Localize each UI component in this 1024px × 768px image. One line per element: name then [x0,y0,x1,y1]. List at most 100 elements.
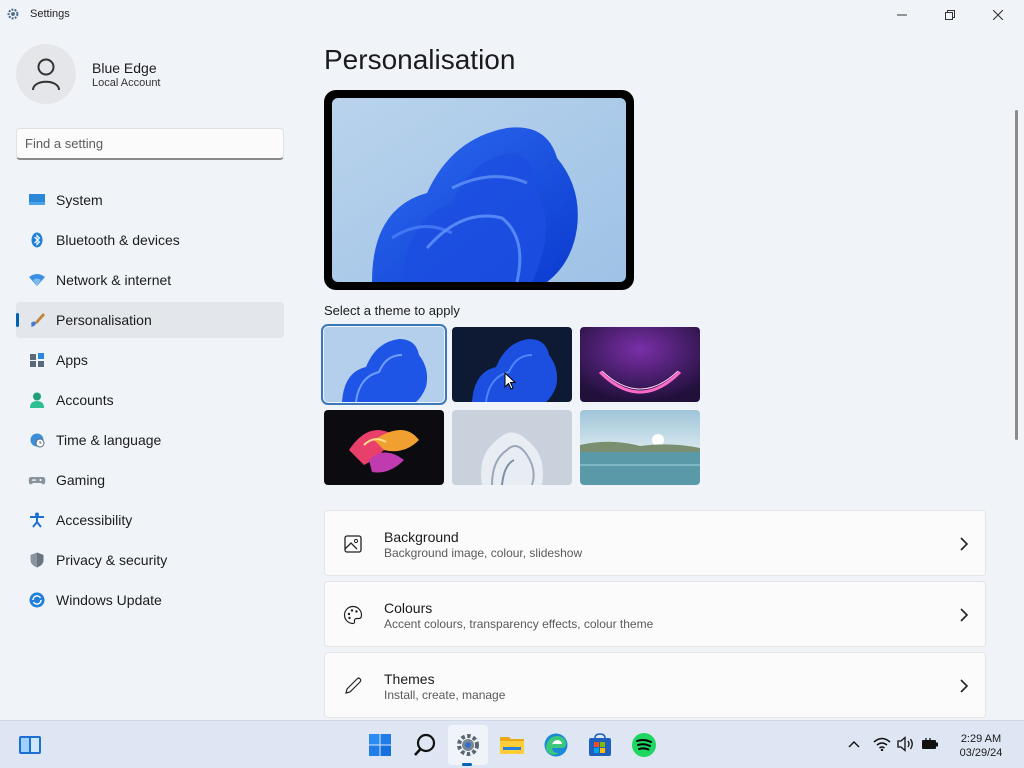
colours-card[interactable]: Colours Accent colours, transparency eff… [324,581,986,647]
sidebar-nav: System Bluetooth & devices Network & int… [16,182,284,622]
preview-wallpaper [332,98,626,282]
minimize-button[interactable] [879,0,925,30]
widgets-button[interactable] [10,725,50,765]
sidebar-item-time-language[interactable]: Time & language [16,422,284,458]
theme-windows-dark[interactable] [452,327,572,402]
show-hidden-icons-button[interactable] [845,735,863,753]
settings-taskbar-button[interactable] [448,725,488,765]
bluetooth-icon [31,232,43,248]
theme-prompt: Select a theme to apply [324,303,460,318]
wifi-icon [29,274,45,286]
theme-glow[interactable] [580,327,700,402]
sidebar-item-label: Time & language [56,432,162,448]
brush-icon [31,313,45,327]
volume-tray-button[interactable] [897,735,915,753]
accounts-icon [30,392,44,408]
restore-button[interactable] [927,0,973,30]
theme-flow[interactable] [580,410,700,485]
sidebar-item-windows-update[interactable]: Windows Update [16,582,284,618]
theme-windows-light[interactable] [321,324,447,405]
close-button[interactable] [975,0,1021,30]
person-icon [32,58,60,91]
sidebar-item-personalisation[interactable]: Personalisation [16,302,284,338]
background-card[interactable]: Background Background image, colour, sli… [324,510,986,576]
spotify-button[interactable] [624,725,664,765]
gamepad-icon [28,477,46,485]
battery-tray-button[interactable] [921,735,939,753]
sidebar-item-label: Network & internet [56,272,172,288]
settings-gear-icon [457,734,479,756]
sidebar-item-accounts[interactable]: Accounts [16,382,284,418]
folder-icon [500,737,524,754]
minimize-icon [897,14,907,16]
windows-logo-icon [369,734,391,756]
sidebar-item-label: Apps [56,352,88,368]
active-app-indicator [462,763,472,766]
settings-gear-icon [7,8,19,20]
close-icon [993,10,1003,20]
theme-gallery [321,324,704,487]
start-button[interactable] [360,725,400,765]
wifi-icon [873,737,891,751]
apps-icon [30,353,44,367]
sidebar-item-bluetooth[interactable]: Bluetooth & devices [16,222,284,258]
update-icon [29,592,45,608]
sidebar-item-gaming[interactable]: Gaming [16,462,284,498]
sidebar-item-label: System [56,192,103,208]
sidebar-item-apps[interactable]: Apps [16,342,284,378]
sidebar-item-label: Accessibility [56,512,133,528]
search-button[interactable] [405,725,445,765]
card-title: Colours [384,600,433,616]
accessibility-icon [30,512,44,528]
card-subtitle: Accent colours, transparency effects, co… [384,617,654,631]
palette-icon [343,605,363,625]
chevron-right-icon [960,537,969,551]
title-bar: Settings [0,0,1024,30]
battery-icon [922,738,938,749]
mouse-cursor-icon [504,372,516,390]
widgets-icon [19,736,41,754]
card-subtitle: Install, create, manage [384,688,506,702]
taskbar: 2:29 AM 03/29/24 [0,720,1024,768]
profile-name: Blue Edge [92,60,157,76]
page-title: Personalisation [324,44,516,75]
sidebar-item-label: Privacy & security [56,552,168,568]
globe-clock-icon [30,433,45,448]
chevron-up-icon [848,741,860,748]
themes-card[interactable]: Themes Install, create, manage [324,652,986,718]
card-title: Themes [384,671,435,687]
sidebar-item-label: Accounts [56,392,114,408]
sidebar-item-network[interactable]: Network & internet [16,262,284,298]
search-icon [414,733,436,756]
search-input[interactable] [25,136,275,151]
chevron-right-icon [960,679,969,693]
store-icon [589,733,611,756]
sidebar-item-system[interactable]: System [16,182,284,218]
theme-sunrise[interactable] [452,410,572,485]
sidebar-item-label: Windows Update [56,592,162,608]
scrollbar[interactable] [1015,110,1018,440]
account-type: Local Account [92,77,161,89]
card-title: Background [384,529,459,545]
clock-date: 03/29/24 [959,747,1003,759]
file-explorer-button[interactable] [492,725,532,765]
edge-icon [544,733,568,757]
system-clock[interactable]: 2:29 AM 03/29/24 [952,732,1010,760]
sidebar-item-label: Bluetooth & devices [56,232,180,248]
app-title: Settings [30,8,70,20]
shield-icon [30,552,44,568]
spotify-icon [632,733,656,757]
search-box[interactable] [16,128,284,160]
clock-time: 2:29 AM [960,733,1002,745]
sidebar-item-privacy[interactable]: Privacy & security [16,542,284,578]
edge-button[interactable] [536,725,576,765]
theme-captured-motion[interactable] [324,410,444,485]
sidebar-item-accessibility[interactable]: Accessibility [16,502,284,538]
sidebar-item-label: Personalisation [56,312,152,328]
restore-icon [945,10,955,20]
store-button[interactable] [580,725,620,765]
chevron-right-icon [960,608,969,622]
network-tray-button[interactable] [873,735,891,753]
avatar[interactable] [16,44,76,104]
settings-window: Settings Blue Edge Local Account System [0,0,1024,720]
